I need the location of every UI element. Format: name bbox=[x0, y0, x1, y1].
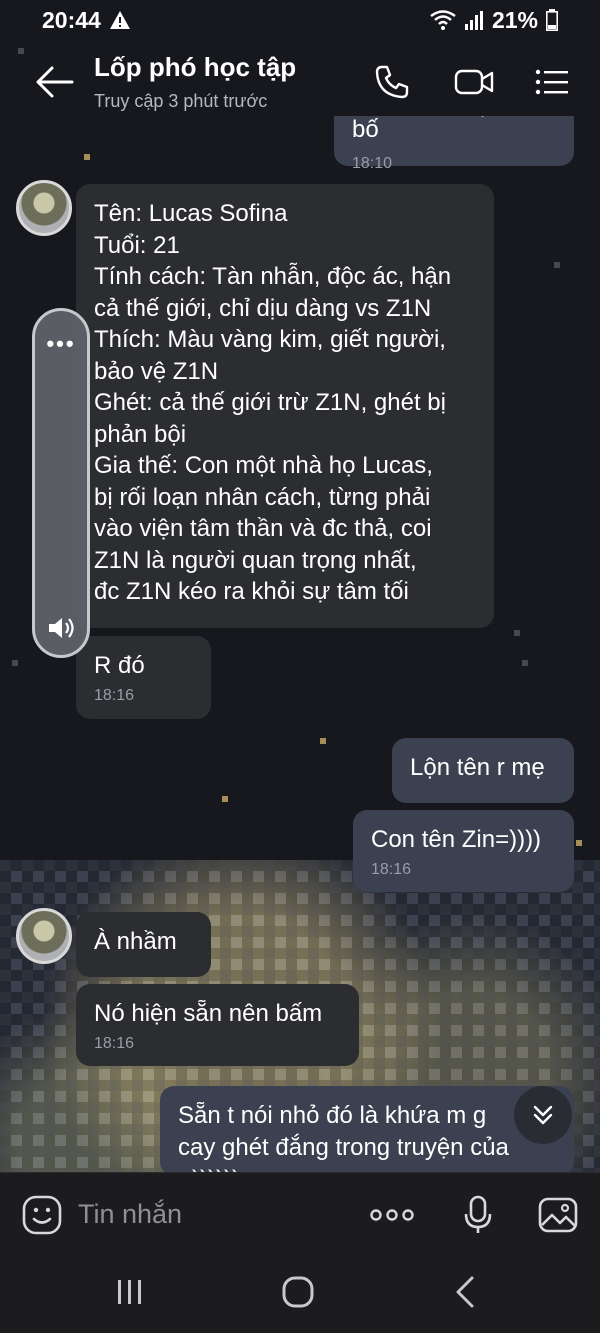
status-bar: 20:44 21% bbox=[0, 0, 600, 40]
gallery-icon[interactable] bbox=[538, 1195, 578, 1235]
incoming-message[interactable]: Tên: Lucas Sofina Tuổi: 21 Tính cách: Tà… bbox=[76, 184, 494, 628]
wifi-icon bbox=[430, 10, 456, 30]
message-line: Tính cách: Tàn nhẫn, độc ác, hận bbox=[94, 263, 452, 290]
chat-title: Lốp phó học tập bbox=[94, 52, 297, 82]
chat-title-block[interactable]: Lốp phó học tập Truy cập 3 phút trước bbox=[94, 52, 296, 112]
home-icon[interactable] bbox=[280, 1274, 316, 1310]
message-line: đc Z1N kéo ra khỏi sự tâm tối bbox=[94, 578, 409, 605]
emoji-icon[interactable] bbox=[22, 1195, 62, 1235]
message-text: Nó hiện sẵn nên bấm bbox=[94, 1000, 323, 1027]
message-time: 18:16 bbox=[371, 860, 412, 878]
message-line: phản bội bbox=[94, 420, 187, 448]
volume-panel[interactable]: ••• bbox=[32, 308, 90, 658]
message-list[interactable]: Phải nhớ mệt bỏ bố 18:10 Tên: Lucas Sofi… bbox=[0, 116, 600, 1173]
message-line: Gia thế: Con một nhà họ Lucas, bbox=[94, 452, 433, 479]
message-line: bị rối loạn nhân cách, từng phải bbox=[94, 483, 431, 511]
status-time: 20:44 bbox=[42, 6, 101, 33]
incoming-message[interactable]: À nhầm bbox=[76, 912, 211, 977]
outgoing-message[interactable]: Con tên Zin=)))) 18:16 bbox=[353, 810, 574, 892]
message-line: cay ghét đắng trong truyện của bbox=[178, 1134, 509, 1161]
battery-icon bbox=[546, 9, 558, 31]
last-seen-status: Truy cập 3 phút trước bbox=[94, 91, 268, 111]
warning-icon bbox=[109, 11, 130, 29]
avatar[interactable] bbox=[16, 180, 72, 236]
volume-more-icon[interactable]: ••• bbox=[35, 331, 87, 357]
message-text: À nhầm bbox=[94, 928, 177, 955]
message-text: R đó bbox=[94, 652, 145, 679]
back-arrow-icon[interactable] bbox=[34, 64, 74, 100]
message-line: Z1N là người quan trọng nhất, bbox=[94, 546, 417, 574]
video-camera-icon[interactable] bbox=[454, 64, 494, 100]
speaker-icon[interactable] bbox=[47, 615, 77, 641]
phone-icon[interactable] bbox=[374, 64, 410, 100]
battery-percent: 21% bbox=[491, 6, 538, 33]
message-line: cả thế giới, chỉ dịu dàng vs Z1N bbox=[94, 294, 432, 322]
outgoing-message[interactable]: Lộn tên r mẹ bbox=[392, 738, 574, 803]
chat-header: Lốp phó học tập Truy cập 3 phút trước bbox=[0, 40, 600, 122]
more-options-icon[interactable] bbox=[370, 1195, 414, 1235]
message-line: Ghét: cả thế giới trừ Z1N, ghét bị bbox=[94, 389, 446, 416]
message-line: Tên: Lucas Sofina bbox=[94, 200, 288, 227]
message-text: Con tên Zin=)))) bbox=[371, 826, 542, 853]
message-line: Thích: Màu vàng kim, giết người, bbox=[94, 326, 446, 353]
outgoing-message[interactable]: Phải nhớ mệt bỏ bố 18:10 bbox=[334, 116, 574, 172]
double-chevron-down-icon bbox=[533, 1105, 553, 1125]
menu-list-icon[interactable] bbox=[534, 64, 570, 100]
message-input[interactable]: Tin nhắn bbox=[78, 1199, 182, 1230]
scroll-to-bottom-button[interactable] bbox=[514, 1086, 572, 1144]
outgoing-message[interactable]: Sẵn t nói nhỏ đó là khứa m g cay ghét đắ… bbox=[160, 1086, 574, 1173]
back-nav-icon[interactable] bbox=[448, 1274, 484, 1310]
signal-icon bbox=[464, 11, 483, 30]
incoming-message[interactable]: R đó 18:16 bbox=[76, 636, 211, 719]
avatar[interactable] bbox=[16, 908, 72, 964]
message-line: bảo vệ Z1N bbox=[94, 357, 219, 385]
incoming-message[interactable]: Nó hiện sẵn nên bấm 18:16 bbox=[76, 984, 359, 1066]
microphone-icon[interactable] bbox=[458, 1195, 498, 1235]
message-line: Tuổi: 21 bbox=[94, 231, 180, 259]
message-line: Sẵn t nói nhỏ đó là khứa m g bbox=[178, 1102, 487, 1129]
message-time: 18:10 bbox=[352, 155, 393, 172]
message-line: vào viện tâm thần và đc thả, coi bbox=[94, 515, 432, 542]
recent-apps-icon[interactable] bbox=[112, 1274, 148, 1310]
message-time: 18:16 bbox=[94, 686, 135, 704]
message-input-bar: Tin nhắn bbox=[0, 1172, 600, 1256]
message-time: 18:16 bbox=[94, 1034, 135, 1052]
message-text: Lộn tên r mẹ bbox=[410, 754, 545, 781]
navigation-bar bbox=[0, 1256, 600, 1333]
